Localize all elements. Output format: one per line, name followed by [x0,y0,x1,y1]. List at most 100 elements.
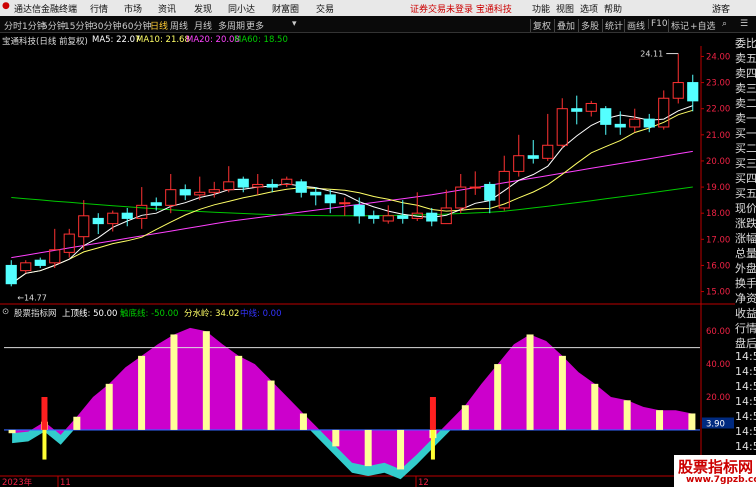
toolbar-button[interactable]: 多股 [578,19,599,32]
candle[interactable] [426,207,438,227]
side-panel-item[interactable]: 涨跌 [735,215,756,231]
side-panel-item[interactable]: 买一 [735,125,756,141]
histogram-bar[interactable] [138,355,146,430]
candle[interactable] [5,260,17,287]
side-panel-item[interactable]: 总量 [735,245,756,261]
histogram-bar[interactable] [591,383,599,430]
collapse-icon[interactable]: ☰ [740,19,748,29]
toolbar-button[interactable]: F10 [648,19,668,29]
side-panel-item[interactable]: 14:5 [735,365,756,378]
candle[interactable] [78,200,90,250]
candle[interactable] [223,166,235,193]
side-panel-item[interactable]: 14:5 [735,425,756,438]
candle[interactable] [687,74,699,112]
candle[interactable] [455,174,467,214]
histogram-bar[interactable] [8,429,16,434]
candle[interactable] [92,213,104,235]
candle[interactable] [600,106,612,135]
histogram-bar[interactable] [332,429,340,447]
toolbar-button[interactable]: 统计 [602,19,623,32]
candle[interactable] [571,95,583,125]
side-panel-item[interactable]: 收益 [735,305,756,321]
menu-item[interactable]: 资讯 [158,2,176,15]
candle[interactable] [324,189,336,214]
histogram-bar[interactable] [526,334,534,430]
candle[interactable] [20,260,32,274]
period-tab[interactable]: 60分钟 [122,19,151,32]
histogram-bar[interactable] [299,413,307,430]
side-panel-item[interactable]: 卖四 [735,65,756,81]
side-panel-item[interactable]: 买三 [735,155,756,171]
login-notice[interactable]: 证券交易未登录 宝通科技 [410,2,512,15]
histogram-bar[interactable] [267,380,275,430]
menu-item[interactable]: 同小达 [228,2,255,15]
candle[interactable] [527,140,539,164]
candle[interactable] [121,207,133,227]
candle[interactable] [295,179,307,198]
period-tab[interactable]: 更多 [246,19,264,32]
side-panel-item[interactable]: 14:5 [735,395,756,408]
candle[interactable] [165,174,177,214]
side-panel-item[interactable]: 外盘 [735,260,756,276]
candle[interactable] [382,205,394,224]
menu-item[interactable]: 财富圈 [272,2,299,15]
period-tab[interactable]: 月线 [194,19,212,32]
histogram-bar[interactable] [202,331,210,430]
candle[interactable] [107,210,119,232]
menu-item[interactable]: 帮助 [604,2,622,15]
period-tab[interactable]: 15分钟 [64,19,93,32]
candle[interactable] [237,176,249,193]
candle[interactable] [49,228,61,269]
side-panel-item[interactable]: 行情 [735,320,756,336]
candle[interactable] [179,184,191,201]
more-icon[interactable]: ▾ [292,19,297,29]
side-panel-item[interactable]: 买四 [735,170,756,186]
candle[interactable] [542,113,554,161]
histogram-bar[interactable] [397,429,405,470]
candle[interactable] [353,197,365,224]
candle[interactable] [310,187,322,206]
histogram-bar[interactable] [688,413,696,430]
side-panel-item[interactable]: 14:5 [735,350,756,363]
side-panel-item[interactable]: 买二 [735,140,756,156]
buy-signal-bar[interactable] [429,397,436,430]
histogram-bar[interactable] [73,416,81,430]
candle[interactable] [629,108,641,133]
period-tab[interactable]: 30分钟 [92,19,121,32]
side-panel-item[interactable]: 卖五 [735,50,756,66]
side-panel-item[interactable]: 现价 [735,200,756,216]
histogram-bar[interactable] [494,364,502,430]
period-tab[interactable]: 5分钟 [42,19,66,32]
candle[interactable] [34,257,46,269]
side-panel-item[interactable]: 净资 [735,290,756,306]
period-tab[interactable]: 多周期 [218,19,245,32]
candle[interactable] [513,134,525,177]
search-icon[interactable]: ⌕ [722,19,727,29]
candle[interactable] [469,171,481,195]
guest-label[interactable]: 游客 [712,2,730,15]
menu-item[interactable]: 视图 [556,2,574,15]
menu-item[interactable]: 市场 [124,2,142,15]
period-tab[interactable]: 日线 [150,19,168,32]
side-panel-item[interactable]: 涨幅 [735,230,756,246]
buy-signal-bar[interactable] [41,397,48,430]
candle[interactable] [281,176,293,188]
side-panel-item[interactable]: 换手 [735,275,756,291]
side-panel-item[interactable]: 卖一 [735,110,756,126]
side-panel-item[interactable]: 卖二 [735,95,756,111]
candle[interactable] [252,174,264,195]
histogram-bar[interactable] [170,334,178,430]
period-tab[interactable]: 分时 [4,19,22,32]
toolbar-button[interactable]: 标记 [668,19,689,32]
histogram-bar[interactable] [461,405,469,430]
toolbar-button[interactable]: 叠加 [554,19,575,32]
candle[interactable] [266,179,278,193]
menu-item[interactable]: 功能 [532,2,550,15]
side-panel-item[interactable]: 买五 [735,185,756,201]
menu-item[interactable]: 发现 [194,2,212,15]
menu-item[interactable]: 行情 [90,2,108,15]
side-panel-item[interactable]: 卖三 [735,80,756,96]
menu-item[interactable]: 交易 [316,2,334,15]
candle[interactable] [556,98,568,148]
histogram-bar[interactable] [105,383,113,430]
